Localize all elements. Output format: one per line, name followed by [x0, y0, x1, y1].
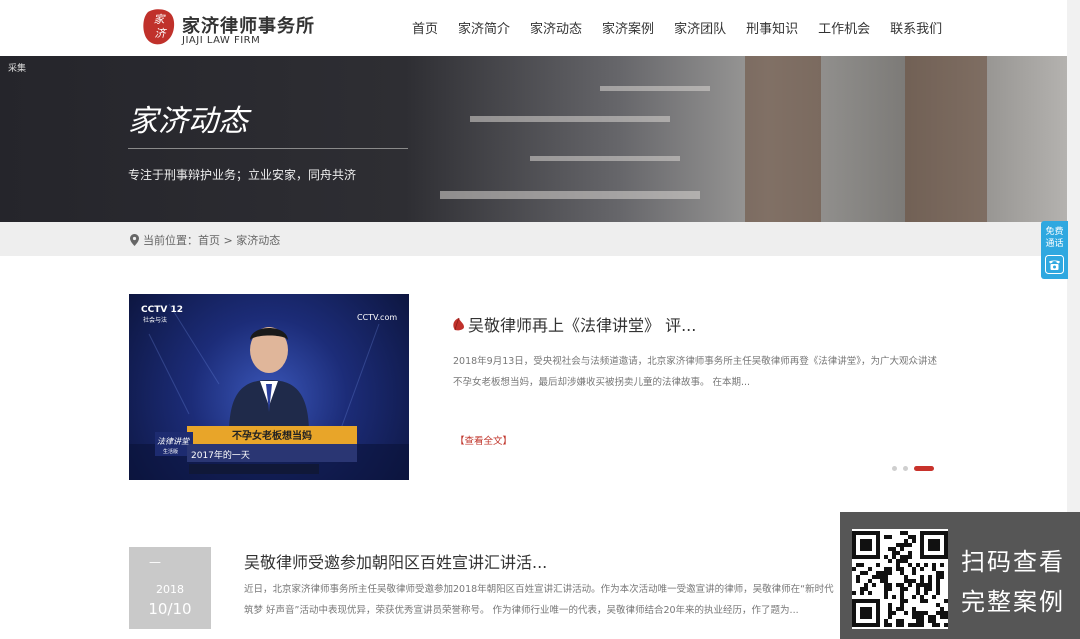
news-item-title[interactable]: 吴敬律师受邀参加朝阳区百姓宣讲汇讲活...	[244, 549, 547, 573]
free-call-line2: 通话	[1045, 239, 1064, 249]
main-nav: 首页 家济简介 家济动态 家济案例 家济团队 刑事知识 工作机会 联系我们	[402, 18, 952, 37]
nav-item-about[interactable]: 家济简介	[458, 18, 510, 37]
nav-item-news[interactable]: 家济动态	[530, 18, 582, 37]
banner-decor-panel	[745, 56, 821, 222]
banner-decor-shelf	[440, 191, 700, 199]
video-subtitle: 2017年的一天	[191, 449, 250, 461]
date-month-day: 10/10	[148, 600, 192, 618]
featured-article-title-text: 吴敬律师再上《法律讲堂》 评...	[468, 316, 697, 335]
date-dash: —	[149, 555, 161, 569]
banner-decor-shelf	[470, 116, 670, 122]
banner-decor-panel	[905, 56, 987, 222]
page-banner: 采集 家济动态 专注于刑事辩护业务；立业安家，同舟共济	[0, 56, 1067, 222]
nav-item-cases[interactable]: 家济案例	[602, 18, 654, 37]
breadcrumb: 当前位置：首页 > 家济动态	[130, 232, 280, 248]
breadcrumb-text[interactable]: 当前位置：首页 > 家济动态	[143, 232, 280, 248]
qr-code-icon	[852, 529, 948, 629]
carousel-dot-2[interactable]	[903, 466, 908, 471]
nav-item-team[interactable]: 家济团队	[674, 18, 726, 37]
qr-code-overlay: 扫码查看 完整案例	[840, 512, 1080, 639]
carousel-dot-1[interactable]	[892, 466, 897, 471]
channel-name: 社会与法	[143, 316, 167, 324]
free-call-line1: 免费	[1045, 227, 1064, 237]
telephone-icon	[1045, 255, 1064, 274]
show-logo-sub: 生活版	[163, 448, 178, 455]
banner-divider	[128, 148, 408, 149]
read-more-link[interactable]: 【查看全文】	[455, 433, 512, 447]
banner-decor-shelf	[600, 86, 710, 91]
free-call-label: 免费 通话	[1041, 226, 1068, 250]
qr-caption-line2: 完整案例	[961, 588, 1065, 616]
nav-item-knowledge[interactable]: 刑事知识	[746, 18, 798, 37]
location-pin-icon	[130, 234, 139, 246]
news-item-summary: 近日，北京家济律师事务所主任吴敬律师受邀参加2018年朝阳区百姓宣讲汇讲活动。作…	[244, 584, 834, 616]
carousel-pagination	[892, 466, 934, 471]
qr-caption-line1: 扫码查看	[961, 548, 1065, 576]
red-leaf-icon	[453, 317, 464, 331]
news-date-badge: — 2018 10/10	[129, 547, 211, 629]
nav-item-jobs[interactable]: 工作机会	[818, 18, 870, 37]
nav-item-contact[interactable]: 联系我们	[890, 18, 942, 37]
qr-caption: 扫码查看 完整案例	[961, 542, 1065, 622]
breadcrumb-bar: 当前位置：首页 > 家济动态	[0, 222, 1067, 256]
banner-tag: 采集	[8, 64, 27, 74]
logo-seal-icon[interactable]: 家 济	[140, 6, 178, 48]
featured-article-summary: 2018年9月13日，受央视社会与法频道邀请，北京家济律师事务所主任吴敬律师再登…	[453, 356, 938, 388]
show-logo: 法律讲堂	[157, 437, 190, 446]
cctv-com-logo: CCTV.com	[357, 313, 397, 322]
carousel-dot-3-active[interactable]	[914, 466, 934, 471]
logo-subtitle[interactable]: JIAJI LAW FIRM	[182, 35, 260, 46]
video-caption: 不孕女老板想当妈	[232, 429, 312, 442]
site-header: 家 济 家济律师事务所 JIAJI LAW FIRM 首页 家济简介 家济动态 …	[0, 0, 1080, 56]
banner-decor-shelf	[530, 156, 680, 161]
banner-subtitle: 专注于刑事辩护业务；立业安家，同舟共济	[128, 168, 357, 182]
featured-article-title[interactable]: 吴敬律师再上《法律讲堂》 评...	[452, 312, 696, 336]
featured-article-image[interactable]: CCTV 12 社会与法 CCTV.com 法律讲堂 生活版 不孕女老板想当妈 …	[129, 294, 409, 480]
cctv12-logo: CCTV 12	[141, 305, 183, 315]
date-year: 2018	[156, 583, 184, 596]
nav-item-home[interactable]: 首页	[412, 18, 438, 37]
banner-title: 家济动态	[128, 104, 248, 139]
tv-screenshot: CCTV 12 社会与法 CCTV.com 法律讲堂 生活版 不孕女老板想当妈 …	[129, 303, 409, 480]
free-call-widget[interactable]: 免费 通话	[1041, 221, 1068, 279]
